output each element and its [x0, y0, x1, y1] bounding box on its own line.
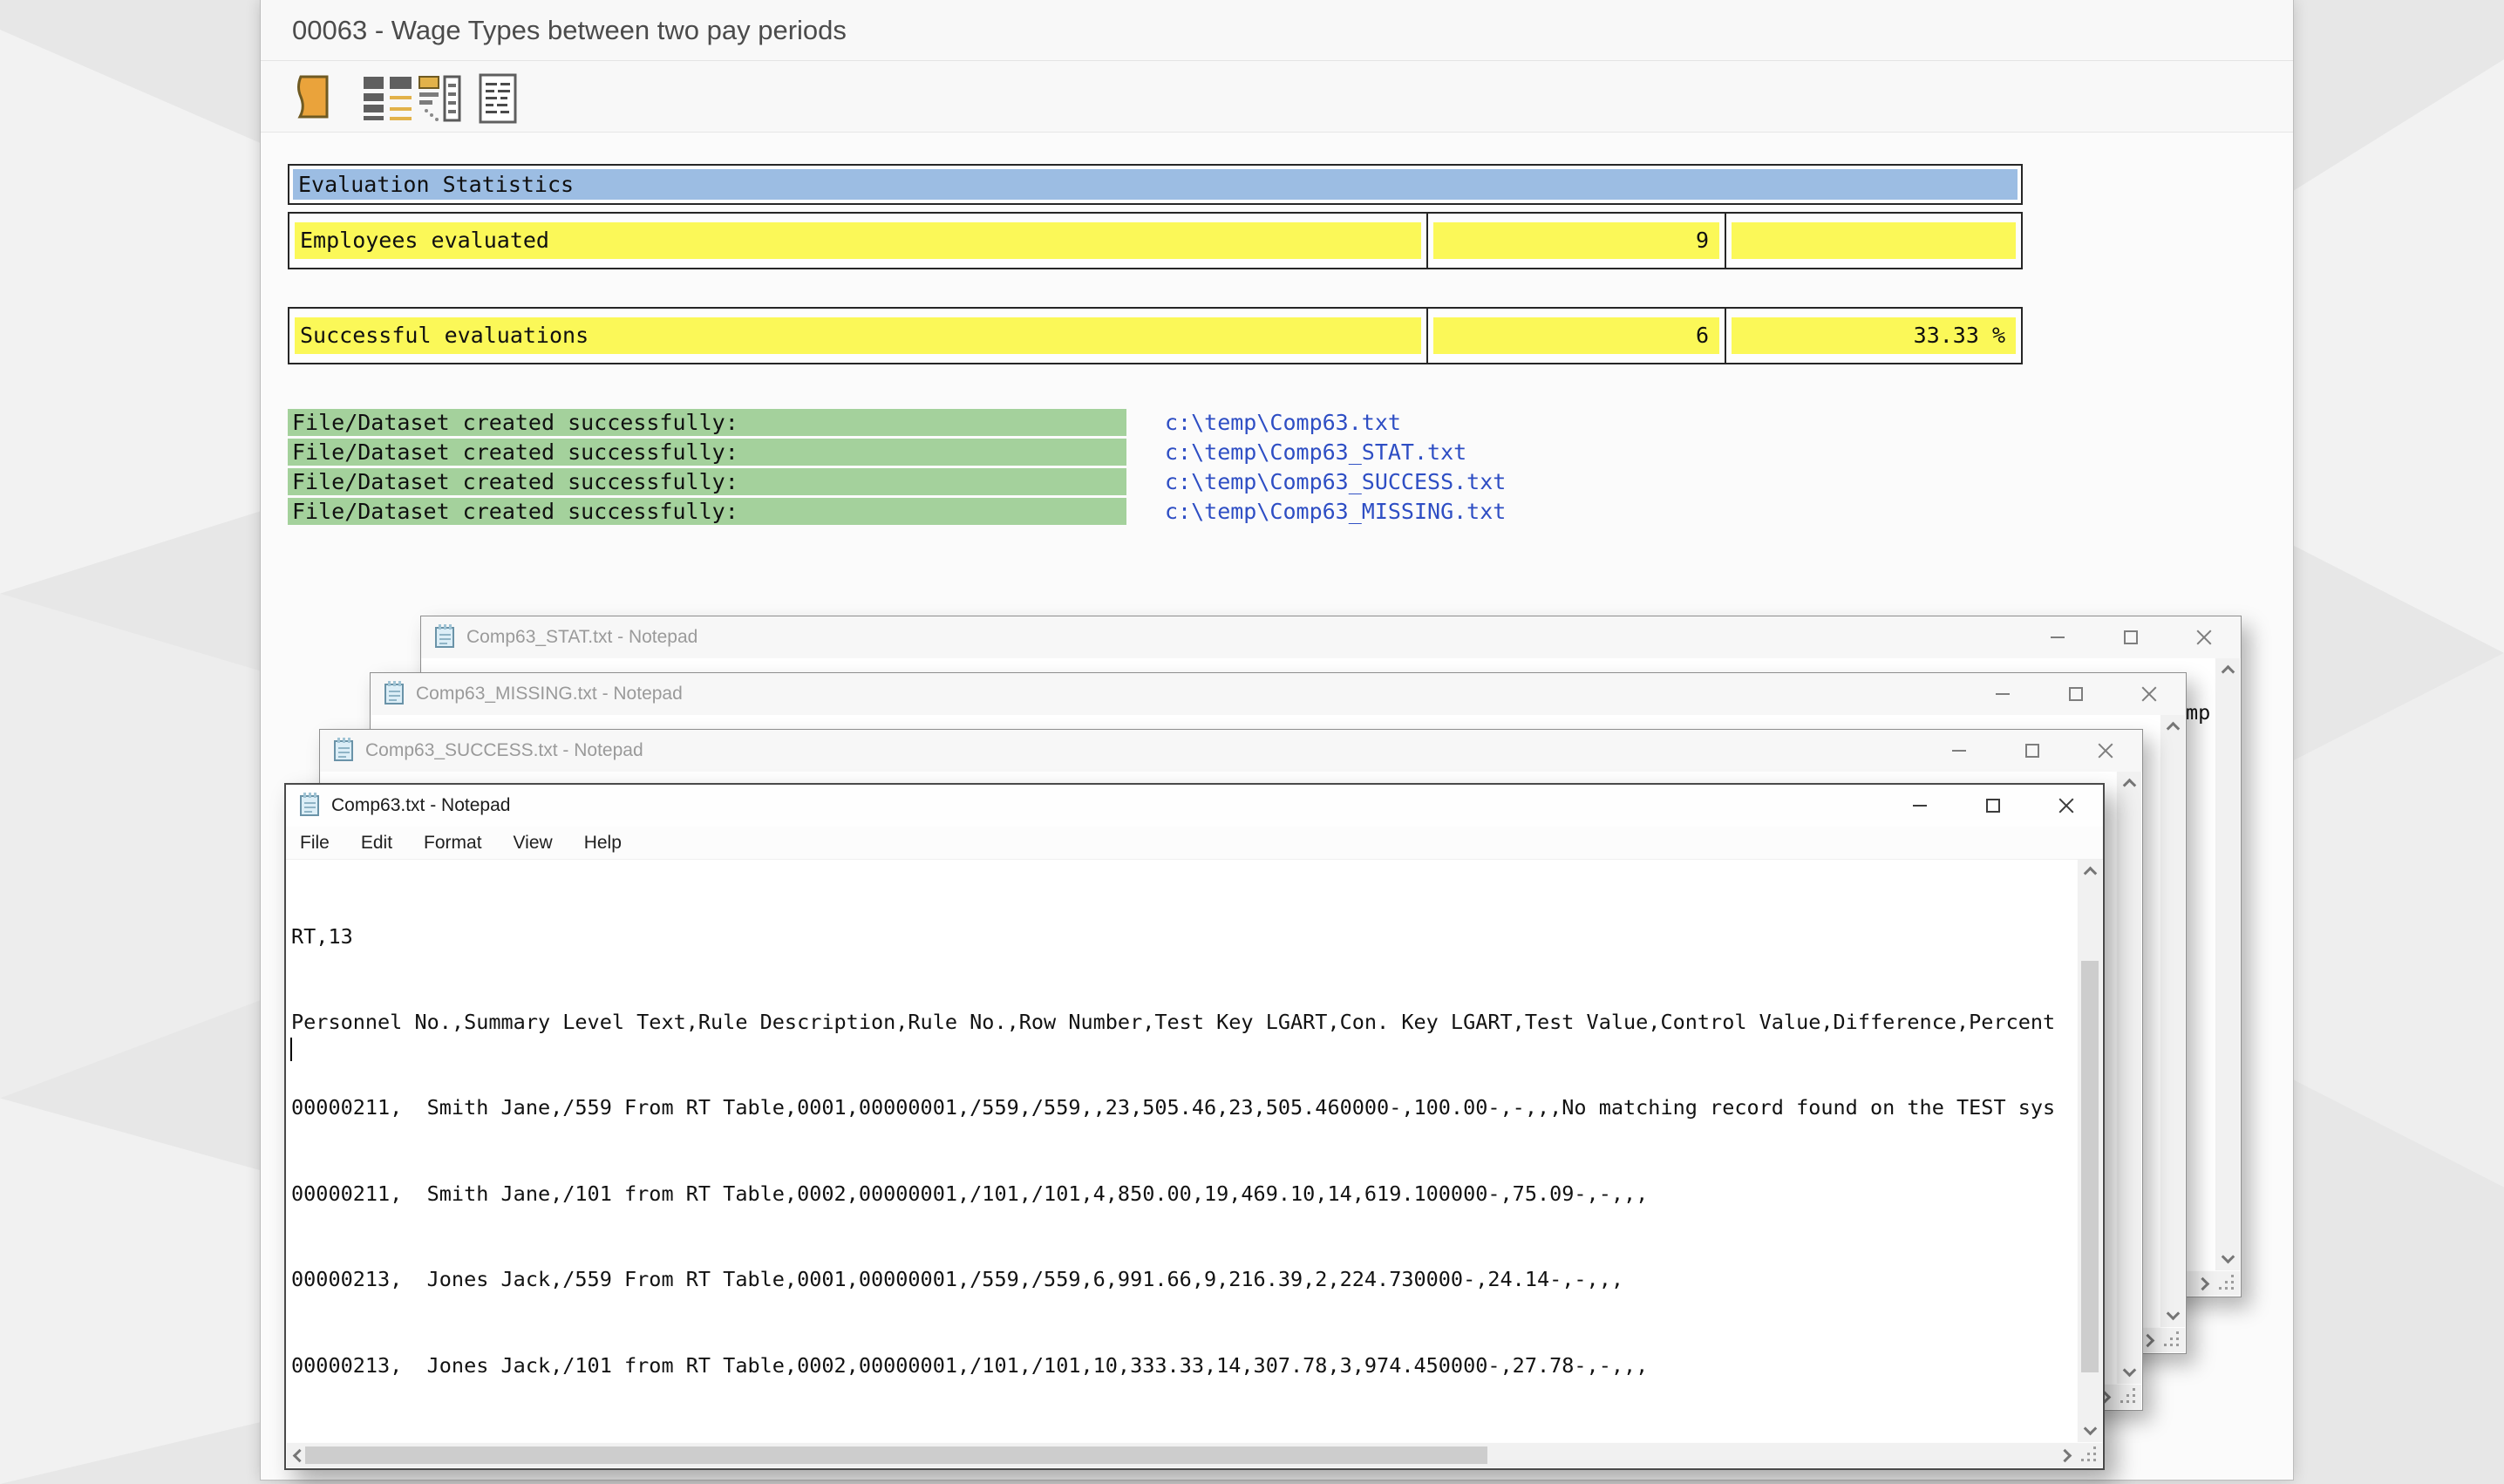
file-path-link[interactable]: c:\temp\Comp63_MISSING.txt: [1165, 498, 1506, 525]
column-settings-icon[interactable]: [418, 75, 461, 126]
message-label: File/Dataset created successfully:: [288, 409, 1126, 436]
text-line: 00000214, James Jessie,/559 From RT Tabl…: [291, 1437, 2077, 1442]
window-title: Comp63.txt - Notepad: [331, 795, 510, 816]
scrollbar-thumb[interactable]: [305, 1447, 1487, 1464]
resize-grip[interactable]: [2215, 1271, 2240, 1296]
report-list-icon[interactable]: [479, 73, 517, 128]
notepad-icon: [383, 679, 405, 710]
scroll-down-icon[interactable]: [2221, 1250, 2235, 1264]
window-titlebar[interactable]: Comp63_MISSING.txt - Notepad: [371, 673, 2186, 715]
amber-book-icon[interactable]: [292, 73, 332, 125]
stats-value: 9: [1433, 222, 1719, 259]
stats-row-employees: Employees evaluated 9: [288, 212, 2023, 269]
vertical-scrollbar[interactable]: [2160, 715, 2185, 1327]
close-button[interactable]: [2030, 785, 2103, 827]
text-line: 00000211, Smith Jane,/101 from RT Table,…: [291, 1180, 2077, 1208]
window-titlebar[interactable]: Comp63_STAT.txt - Notepad: [421, 616, 2241, 658]
window-titlebar[interactable]: Comp63_SUCCESS.txt - Notepad: [320, 730, 2142, 772]
scroll-down-icon[interactable]: [2166, 1307, 2180, 1321]
scrollbar-thumb[interactable]: [2081, 961, 2099, 1372]
close-button[interactable]: [2167, 616, 2241, 658]
text-caret: [290, 1038, 292, 1061]
page-title: 00063 - Wage Types between two pay perio…: [292, 0, 847, 61]
menu-file[interactable]: File: [300, 833, 330, 854]
text-line: 00000211, Smith Jane,/559 From RT Table,…: [291, 1093, 2077, 1122]
notepad-window-comp63: Comp63.txt - Notepad File Edit Format Vi…: [284, 783, 2105, 1470]
stats-label: Successful evaluations: [295, 317, 1421, 354]
maximize-button[interactable]: [1996, 730, 2069, 772]
resize-grip[interactable]: [2078, 1443, 2102, 1467]
stats-header: Evaluation Statistics: [293, 169, 2017, 200]
menu-format[interactable]: Format: [424, 833, 482, 854]
scroll-up-icon[interactable]: [2083, 867, 2097, 881]
vertical-scrollbar[interactable]: [2117, 772, 2141, 1384]
report-titlebar: 00063 - Wage Types between two pay perio…: [261, 0, 2293, 61]
message-label: File/Dataset created successfully:: [288, 498, 1126, 525]
stats-header-box: Evaluation Statistics: [288, 164, 2023, 205]
maximize-button[interactable]: [2039, 673, 2113, 715]
stats-row-successful: Successful evaluations 6 33.33 %: [288, 307, 2023, 364]
text-line: 00000213, Jones Jack,/101 from RT Table,…: [291, 1351, 2077, 1380]
minimize-button[interactable]: [2021, 616, 2094, 658]
message-label: File/Dataset created successfully:: [288, 439, 1126, 466]
stats-percent: [1732, 222, 2016, 259]
close-button[interactable]: [2069, 730, 2142, 772]
text-line: 00000213, Jones Jack,/559 From RT Table,…: [291, 1265, 2077, 1294]
maximize-button[interactable]: [1956, 785, 2030, 827]
menu-view[interactable]: View: [514, 833, 553, 854]
window-title: Comp63_MISSING.txt - Notepad: [416, 684, 683, 705]
window-titlebar[interactable]: Comp63.txt - Notepad: [286, 785, 2103, 827]
vertical-scrollbar[interactable]: [2078, 860, 2102, 1442]
scroll-up-icon[interactable]: [2166, 722, 2180, 736]
scroll-up-icon[interactable]: [2122, 779, 2136, 793]
notepad-icon: [298, 791, 321, 821]
stats-label: Employees evaluated: [295, 222, 1421, 259]
stats-percent: 33.33 %: [1732, 317, 2016, 354]
menu-bar: File Edit Format View Help: [286, 827, 2103, 860]
message-label: File/Dataset created successfully:: [288, 468, 1126, 495]
text-fragment: mp: [2186, 700, 2210, 725]
file-path-link[interactable]: c:\temp\Comp63_SUCCESS.txt: [1165, 468, 1506, 495]
file-path-link[interactable]: c:\temp\Comp63_STAT.txt: [1165, 439, 1466, 466]
horizontal-scrollbar[interactable]: [287, 1443, 2078, 1467]
minimize-button[interactable]: [1966, 673, 2039, 715]
stats-value: 6: [1433, 317, 1719, 354]
file-path-link[interactable]: c:\temp\Comp63.txt: [1165, 409, 1401, 436]
layout-list-icon[interactable]: [364, 77, 412, 125]
scroll-left-icon[interactable]: [293, 1448, 307, 1462]
window-title: Comp63_SUCCESS.txt - Notepad: [365, 740, 643, 761]
minimize-button[interactable]: [1883, 785, 1956, 827]
resize-grip[interactable]: [2117, 1385, 2141, 1409]
notepad-icon: [433, 623, 456, 653]
scroll-right-icon[interactable]: [2196, 1276, 2210, 1290]
scroll-right-icon[interactable]: [2141, 1333, 2155, 1347]
resize-grip[interactable]: [2160, 1328, 2185, 1352]
scroll-down-icon[interactable]: [2122, 1364, 2136, 1378]
window-title: Comp63_STAT.txt - Notepad: [466, 627, 697, 648]
report-toolbar: [261, 61, 2293, 133]
scroll-up-icon[interactable]: [2221, 665, 2235, 679]
text-content[interactable]: RT,13 Personnel No.,Summary Level Text,R…: [287, 860, 2077, 1442]
menu-help[interactable]: Help: [584, 833, 622, 854]
close-button[interactable]: [2113, 673, 2186, 715]
scroll-right-icon[interactable]: [2058, 1448, 2072, 1462]
text-line: RT,13: [291, 922, 2077, 951]
text-line: Personnel No.,Summary Level Text,Rule De…: [291, 1008, 2077, 1037]
minimize-button[interactable]: [1922, 730, 1996, 772]
maximize-button[interactable]: [2094, 616, 2167, 658]
scroll-down-icon[interactable]: [2083, 1422, 2097, 1436]
menu-edit[interactable]: Edit: [361, 833, 392, 854]
vertical-scrollbar[interactable]: [2215, 658, 2240, 1270]
notepad-icon: [332, 736, 355, 766]
